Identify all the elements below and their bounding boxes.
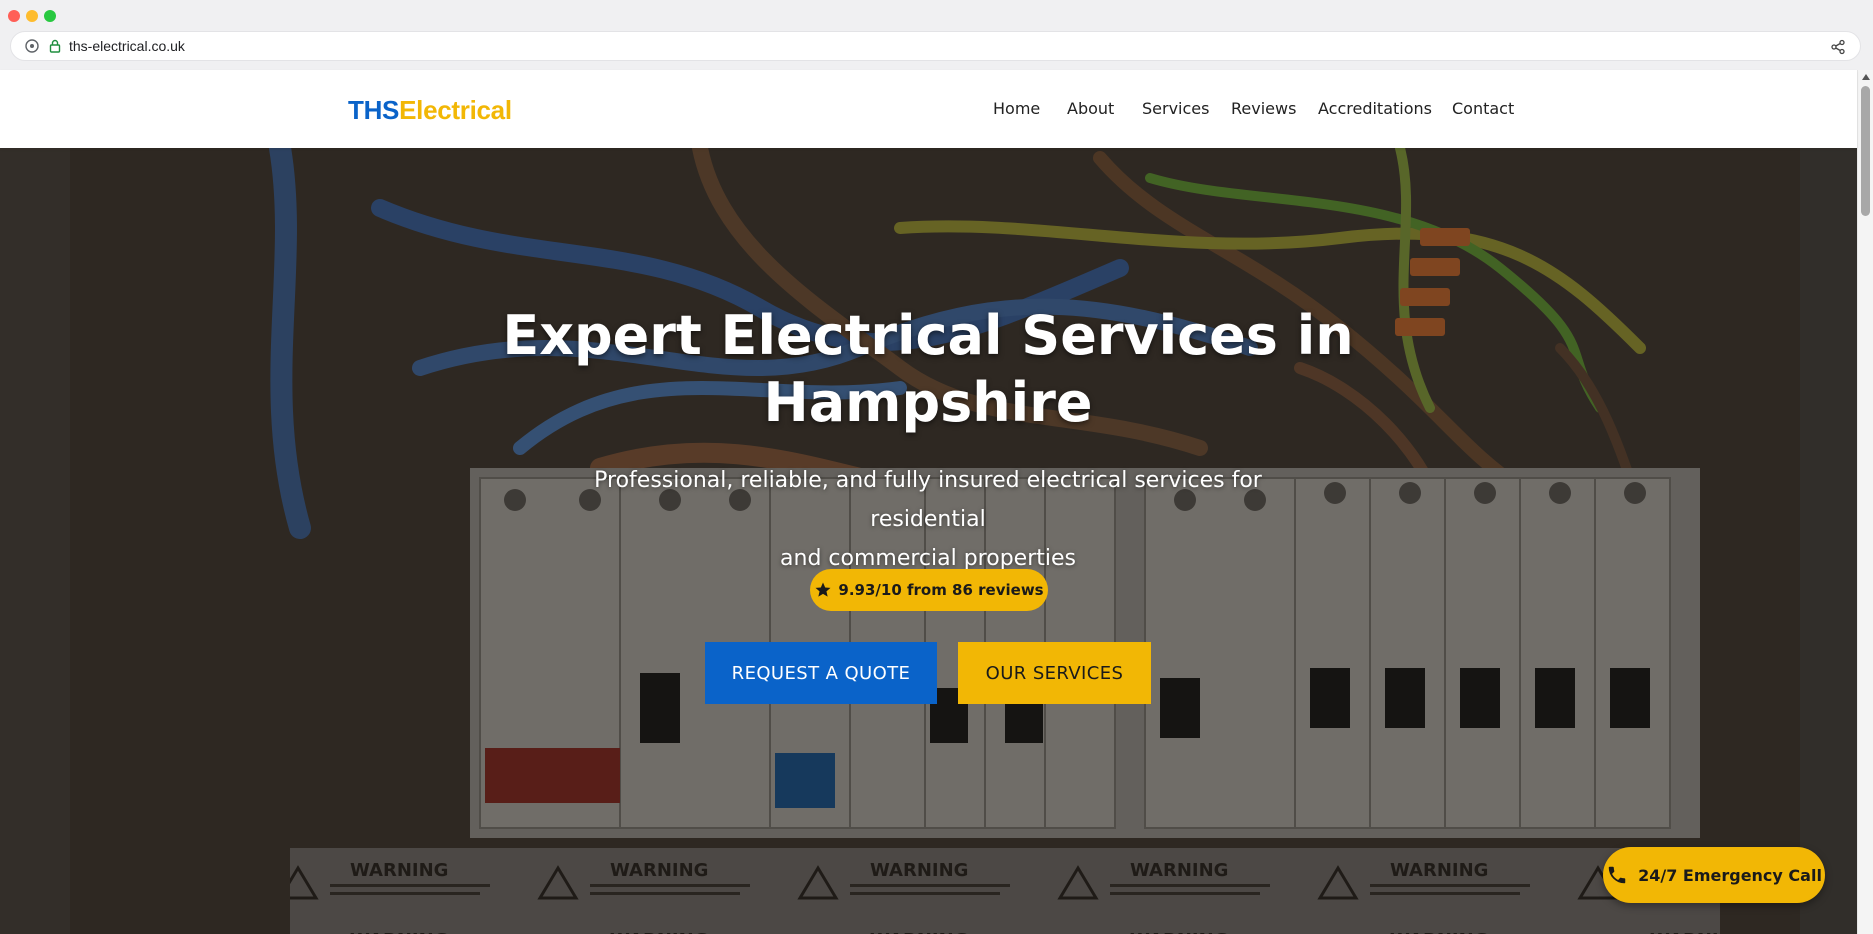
scroll-up-arrow[interactable] — [1862, 74, 1870, 80]
emergency-call-button[interactable]: 24/7 Emergency Call — [1603, 847, 1825, 903]
nav-services[interactable]: Services — [1142, 99, 1209, 118]
rating-text: 9.93/10 from 86 reviews — [838, 581, 1044, 599]
hero-subtitle-line2: and commercial properties — [780, 546, 1076, 571]
nav-reviews[interactable]: Reviews — [1231, 99, 1296, 118]
rating-badge: 9.93/10 from 86 reviews — [810, 569, 1048, 611]
hero-subtitle-line1: Professional, reliable, and fully insure… — [594, 468, 1262, 532]
maximize-window-button[interactable] — [44, 10, 56, 22]
tune-icon[interactable] — [25, 39, 39, 53]
star-icon — [814, 581, 832, 599]
scrollbar-thumb[interactable] — [1861, 86, 1870, 216]
nav-about[interactable]: About — [1067, 99, 1114, 118]
minimize-window-button[interactable] — [26, 10, 38, 22]
nav-accreditations[interactable]: Accreditations — [1318, 99, 1432, 118]
request-quote-button[interactable]: REQUEST A QUOTE — [705, 642, 937, 704]
our-services-button[interactable]: OUR SERVICES — [958, 642, 1151, 704]
main-nav: Home About Services Reviews Accreditatio… — [0, 70, 1857, 148]
hero-subtitle: Professional, reliable, and fully insure… — [540, 461, 1316, 578]
site-header: THSElectrical Home About Services Review… — [0, 70, 1857, 148]
hero-section: WARNING — [0, 148, 1857, 934]
hero-title-line1: Expert Electrical Services in — [502, 304, 1354, 367]
hero-title-line2: Hampshire — [763, 371, 1093, 434]
phone-icon — [1606, 864, 1628, 886]
close-window-button[interactable] — [8, 10, 20, 22]
share-icon[interactable] — [1830, 39, 1846, 55]
url-text[interactable]: ths-electrical.co.uk — [69, 38, 185, 54]
browser-chrome: ths-electrical.co.uk — [0, 0, 1873, 71]
nav-home[interactable]: Home — [993, 99, 1040, 118]
emergency-call-label: 24/7 Emergency Call — [1638, 865, 1822, 885]
address-bar[interactable]: ths-electrical.co.uk — [10, 31, 1861, 61]
hero-title: Expert Electrical Services in Hampshire — [478, 302, 1378, 436]
lock-icon — [49, 39, 61, 53]
nav-contact[interactable]: Contact — [1452, 99, 1514, 118]
page-scrollbar[interactable] — [1857, 70, 1873, 934]
